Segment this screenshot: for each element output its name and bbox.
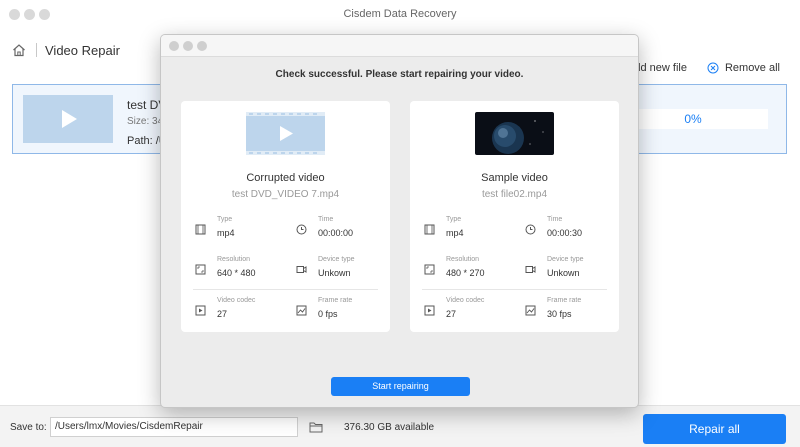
codec-label: Video codec	[446, 297, 485, 304]
camera-icon	[296, 266, 307, 273]
save-to-label: Save to:	[10, 422, 47, 433]
clock-icon	[525, 224, 536, 235]
device-value: Unkown	[318, 268, 351, 278]
resolution-icon	[424, 264, 435, 275]
breadcrumb: Video Repair	[12, 40, 120, 60]
device-value: Unkown	[547, 268, 580, 278]
sample-video-thumbnail	[475, 112, 554, 155]
dialog-heading: Check successful. Please start repairing…	[275, 69, 524, 80]
type-label: Type	[217, 216, 233, 223]
device-label: Device type	[318, 256, 355, 263]
browse-folder-button[interactable]	[305, 417, 327, 437]
resolution-label: Resolution	[217, 256, 251, 263]
card-divider	[193, 289, 378, 290]
file-size: Size: 34	[127, 116, 164, 127]
resolution-label: Resolution	[446, 256, 480, 263]
window-title: Cisdem Data Recovery	[343, 8, 457, 20]
time-value: 00:00:00	[318, 228, 354, 238]
frame-rate-icon	[296, 305, 307, 316]
remove-circle-icon	[707, 62, 719, 74]
repair-all-button[interactable]: Repair all	[643, 414, 786, 444]
title-bar: Cisdem Data Recovery	[0, 0, 800, 28]
card-filename: test DVD_VIDEO 7.mp4	[231, 189, 340, 200]
resolution-icon	[195, 264, 206, 275]
file-type-icon	[424, 224, 435, 235]
corrupted-video-thumbnail	[246, 112, 325, 155]
frame-rate-icon	[525, 305, 536, 316]
dialog-minimize-button[interactable]	[183, 41, 193, 51]
nav-divider	[36, 43, 37, 57]
codec-label: Video codec	[217, 297, 256, 304]
type-value: mp4	[446, 228, 464, 238]
video-thumbnail	[23, 95, 113, 143]
dialog-close-button[interactable]	[169, 41, 179, 51]
card-title: Sample video	[481, 172, 548, 184]
remove-all-label: Remove all	[724, 62, 780, 74]
dialog-zoom-button[interactable]	[197, 41, 207, 51]
bottom-bar: Save to: /Users/lmx/Movies/CisdemRepair …	[0, 405, 800, 447]
codec-value: 27	[217, 309, 228, 319]
folder-icon	[309, 422, 323, 433]
time-value: 00:00:30	[547, 228, 583, 238]
video-codec-icon	[424, 305, 435, 316]
available-space: 376.30 GB available	[344, 422, 435, 433]
resolution-value: 480 * 270	[446, 268, 485, 278]
card-title: Corrupted video	[246, 172, 325, 184]
time-label: Time	[547, 216, 563, 223]
time-label: Time	[318, 216, 334, 223]
framerate-value: 0 fps	[318, 309, 338, 319]
video-codec-icon	[195, 305, 206, 316]
camera-icon	[525, 266, 536, 273]
resolution-value: 640 * 480	[217, 268, 256, 278]
corrupted-video-card: Corrupted video test DVD_VIDEO 7.mp4 Typ…	[181, 101, 390, 332]
page-title: Video Repair	[45, 42, 120, 58]
repair-progress: 0%	[618, 109, 768, 129]
save-path-field[interactable]: /Users/lmx/Movies/CisdemRepair	[50, 417, 298, 437]
framerate-label: Frame rate	[547, 297, 582, 304]
dialog-title-bar	[161, 35, 638, 57]
card-divider	[422, 289, 607, 290]
type-value: mp4	[217, 228, 235, 238]
framerate-label: Frame rate	[318, 297, 353, 304]
device-label: Device type	[547, 256, 584, 263]
codec-value: 27	[446, 309, 457, 319]
remove-all-button[interactable]: Remove all	[707, 62, 780, 74]
start-repairing-button[interactable]: Start repairing	[331, 377, 470, 396]
clock-icon	[296, 224, 307, 235]
card-filename: test file02.mp4	[481, 189, 548, 200]
file-type-icon	[195, 224, 206, 235]
home-icon[interactable]	[12, 43, 26, 57]
sample-video-card: Sample video test file02.mp4 Type mp4 Ti…	[410, 101, 619, 332]
play-icon	[62, 110, 77, 128]
type-label: Type	[446, 216, 462, 223]
repair-check-dialog: Check successful. Please start repairing…	[160, 34, 639, 408]
framerate-value: 30 fps	[547, 309, 572, 319]
